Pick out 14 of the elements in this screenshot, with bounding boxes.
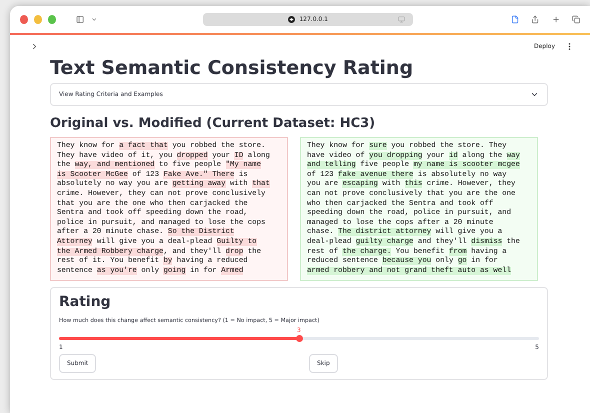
chevron-right-icon[interactable] xyxy=(30,42,39,50)
chevron-down-icon xyxy=(530,90,539,99)
share-icon[interactable] xyxy=(531,15,540,24)
document-icon[interactable] xyxy=(511,15,520,24)
tabs-icon[interactable] xyxy=(572,15,580,24)
plus-icon[interactable] xyxy=(552,15,560,24)
slider-thumb[interactable] xyxy=(296,335,302,342)
chevron-down-icon[interactable] xyxy=(90,16,97,23)
page-title: Text Semantic Consistency Rating xyxy=(50,57,414,79)
zoom-icon[interactable] xyxy=(48,15,56,24)
section-heading: Original vs. Modified (Current Dataset: HC3) xyxy=(50,116,376,131)
close-icon[interactable] xyxy=(20,15,28,24)
rating-heading: Rating xyxy=(59,294,112,310)
sidebar-icon[interactable] xyxy=(76,15,85,24)
